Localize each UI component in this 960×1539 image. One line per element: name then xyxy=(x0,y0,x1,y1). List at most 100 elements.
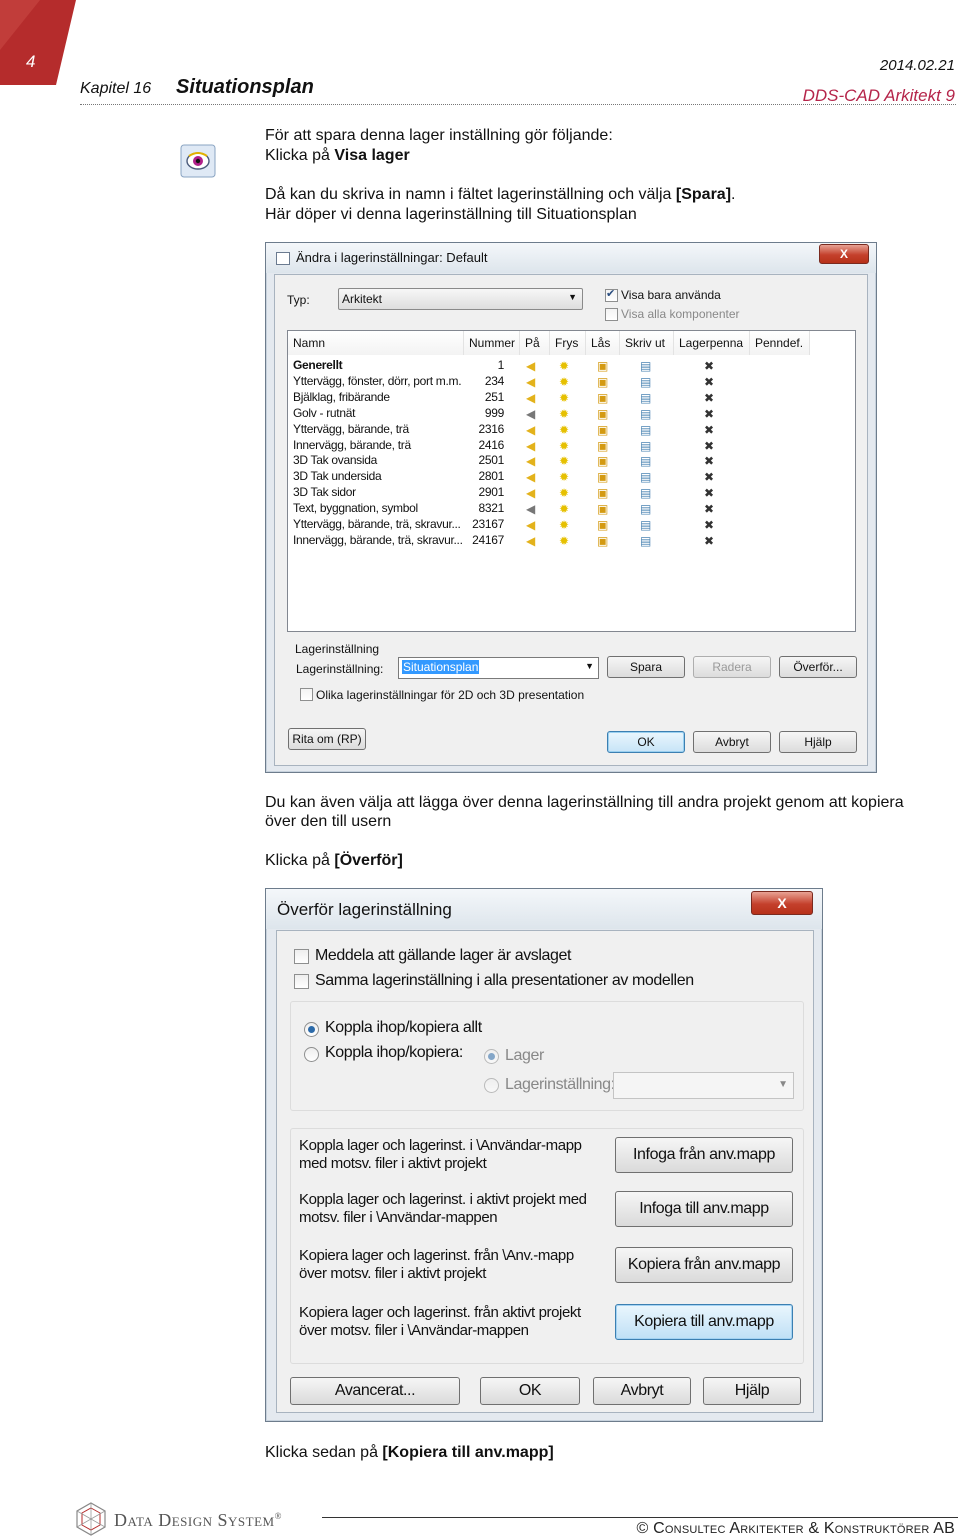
sun-icon[interactable]: ✹ xyxy=(559,359,569,373)
action-button-1[interactable]: Infoga från anv.mapp xyxy=(615,1137,793,1173)
pen-icon[interactable]: ✖ xyxy=(704,486,714,500)
radio-lager[interactable] xyxy=(484,1049,499,1064)
pen-icon[interactable]: ✖ xyxy=(704,407,714,421)
printer-icon[interactable]: ▤ xyxy=(640,502,651,516)
lock-icon[interactable]: ▣ xyxy=(597,502,608,516)
printer-icon[interactable]: ▤ xyxy=(640,454,651,468)
lamp-icon[interactable]: ◀ xyxy=(526,359,535,373)
pen-icon[interactable]: ✖ xyxy=(704,423,714,437)
action-button-4[interactable]: Kopiera till anv.mapp xyxy=(615,1304,793,1340)
table-row[interactable]: Yttervägg, bärande, trä 2316 ◀ ✹ ▣ ▤ ✖ xyxy=(288,422,855,438)
printer-icon[interactable]: ▤ xyxy=(640,470,651,484)
lamp-icon[interactable]: ◀ xyxy=(526,502,535,516)
avbryt-button[interactable]: Avbryt xyxy=(593,1377,691,1405)
visa-bara-checkbox[interactable] xyxy=(605,287,618,302)
layer-table[interactable]: Namn Nummer På Frys Lås Skriv ut Lagerpenna Pen… xyxy=(287,330,856,632)
sun-icon[interactable]: ✹ xyxy=(559,502,569,516)
printer-icon[interactable]: ▤ xyxy=(640,359,651,373)
radio-kopiera-allt[interactable] xyxy=(304,1022,319,1037)
close-button[interactable]: X xyxy=(819,244,869,264)
column-header[interactable]: Lås xyxy=(586,331,620,355)
setting-combo[interactable]: Situationsplan ▼ xyxy=(398,657,599,679)
avbryt-button[interactable]: Avbryt xyxy=(693,731,771,753)
radio-kopiera[interactable] xyxy=(304,1047,319,1062)
table-row[interactable]: 3D Tak sidor 2901 ◀ ✹ ▣ ▤ ✖ xyxy=(288,485,855,501)
printer-icon[interactable]: ▤ xyxy=(640,391,651,405)
spara-button[interactable]: Spara xyxy=(607,656,685,678)
pen-icon[interactable]: ✖ xyxy=(704,439,714,453)
column-header[interactable]: Lagerpenna xyxy=(674,331,750,355)
table-row[interactable]: Innervägg, bärande, trä, skravur... 24167… xyxy=(288,533,855,549)
column-header[interactable]: Penndef. xyxy=(750,331,810,355)
printer-icon[interactable]: ▤ xyxy=(640,407,651,421)
pen-icon[interactable]: ✖ xyxy=(704,534,714,548)
close-button[interactable]: X xyxy=(751,891,813,915)
column-header[interactable]: På xyxy=(520,331,550,355)
pen-icon[interactable]: ✖ xyxy=(704,470,714,484)
table-row[interactable]: Yttervägg, bärande, trä, skravur... 23167… xyxy=(288,517,855,533)
lamp-icon[interactable]: ◀ xyxy=(526,423,535,437)
pen-icon[interactable]: ✖ xyxy=(704,454,714,468)
hjalp-button[interactable]: Hjälp xyxy=(779,731,857,753)
table-row[interactable]: 3D Tak undersida 2801 ◀ ✹ ▣ ▤ ✖ xyxy=(288,469,855,485)
lock-icon[interactable]: ▣ xyxy=(597,359,608,373)
overfor-button[interactable]: Överför... xyxy=(779,656,857,678)
table-row[interactable]: Bjälklag, fribärande 251 ◀ ✹ ▣ ▤ ✖ xyxy=(288,390,855,406)
table-row[interactable]: Golv - rutnät 999 ◀ ✹ ▣ ▤ ✖ xyxy=(288,406,855,422)
lamp-icon[interactable]: ◀ xyxy=(526,407,535,421)
table-row[interactable]: Innervägg, bärande, trä 2416 ◀ ✹ ▣ ▤ ✖ xyxy=(288,438,855,454)
column-header[interactable]: Nummer xyxy=(464,331,520,355)
radera-button[interactable]: Radera xyxy=(693,656,771,678)
visa-lager-icon[interactable] xyxy=(180,144,216,178)
lamp-icon[interactable]: ◀ xyxy=(526,486,535,500)
lamp-icon[interactable]: ◀ xyxy=(526,454,535,468)
samma-checkbox[interactable] xyxy=(294,974,309,989)
lamp-icon[interactable]: ◀ xyxy=(526,470,535,484)
rita-om-button[interactable]: Rita om (RP) xyxy=(288,728,366,750)
meddela-checkbox[interactable] xyxy=(294,949,309,964)
column-header[interactable]: Skriv ut xyxy=(620,331,674,355)
action-button-2[interactable]: Infoga till anv.mapp xyxy=(615,1191,793,1227)
printer-icon[interactable]: ▤ xyxy=(640,534,651,548)
lock-icon[interactable]: ▣ xyxy=(597,470,608,484)
table-row[interactable]: 3D Tak ovansida 2501 ◀ ✹ ▣ ▤ ✖ xyxy=(288,453,855,469)
typ-dropdown[interactable]: Arkitekt ▼ xyxy=(338,288,583,310)
pen-icon[interactable]: ✖ xyxy=(704,518,714,532)
radio-lagerinstallning[interactable] xyxy=(484,1078,499,1093)
lamp-icon[interactable]: ◀ xyxy=(526,534,535,548)
printer-icon[interactable]: ▤ xyxy=(640,518,651,532)
sun-icon[interactable]: ✹ xyxy=(559,391,569,405)
column-header[interactable]: Namn xyxy=(288,331,464,355)
table-row[interactable]: Generellt 1 ◀ ✹ ▣ ▤ ✖ xyxy=(288,358,855,374)
lamp-icon[interactable]: ◀ xyxy=(526,391,535,405)
sun-icon[interactable]: ✹ xyxy=(559,375,569,389)
ok-button[interactable]: OK xyxy=(480,1377,580,1405)
ok-button[interactable]: OK xyxy=(607,731,685,753)
visa-alla-checkbox[interactable] xyxy=(605,308,618,321)
printer-icon[interactable]: ▤ xyxy=(640,439,651,453)
printer-icon[interactable]: ▤ xyxy=(640,375,651,389)
lock-icon[interactable]: ▣ xyxy=(597,518,608,532)
lock-icon[interactable]: ▣ xyxy=(597,534,608,548)
lock-icon[interactable]: ▣ xyxy=(597,486,608,500)
pen-icon[interactable]: ✖ xyxy=(704,391,714,405)
sun-icon[interactable]: ✹ xyxy=(559,423,569,437)
olika-checkbox[interactable] xyxy=(300,688,313,701)
lock-icon[interactable]: ▣ xyxy=(597,423,608,437)
sun-icon[interactable]: ✹ xyxy=(559,486,569,500)
lock-icon[interactable]: ▣ xyxy=(597,407,608,421)
printer-icon[interactable]: ▤ xyxy=(640,423,651,437)
pen-icon[interactable]: ✖ xyxy=(704,502,714,516)
column-header[interactable]: Frys xyxy=(550,331,586,355)
lock-icon[interactable]: ▣ xyxy=(597,391,608,405)
lock-icon[interactable]: ▣ xyxy=(597,375,608,389)
sun-icon[interactable]: ✹ xyxy=(559,439,569,453)
lock-icon[interactable]: ▣ xyxy=(597,454,608,468)
lock-icon[interactable]: ▣ xyxy=(597,439,608,453)
printer-icon[interactable]: ▤ xyxy=(640,486,651,500)
table-row[interactable]: Yttervägg, fönster, dörr, port m.m. 234 ◀ ✹… xyxy=(288,374,855,390)
sun-icon[interactable]: ✹ xyxy=(559,454,569,468)
action-button-3[interactable]: Kopiera från anv.mapp xyxy=(615,1247,793,1283)
lamp-icon[interactable]: ◀ xyxy=(526,439,535,453)
sun-icon[interactable]: ✹ xyxy=(559,407,569,421)
